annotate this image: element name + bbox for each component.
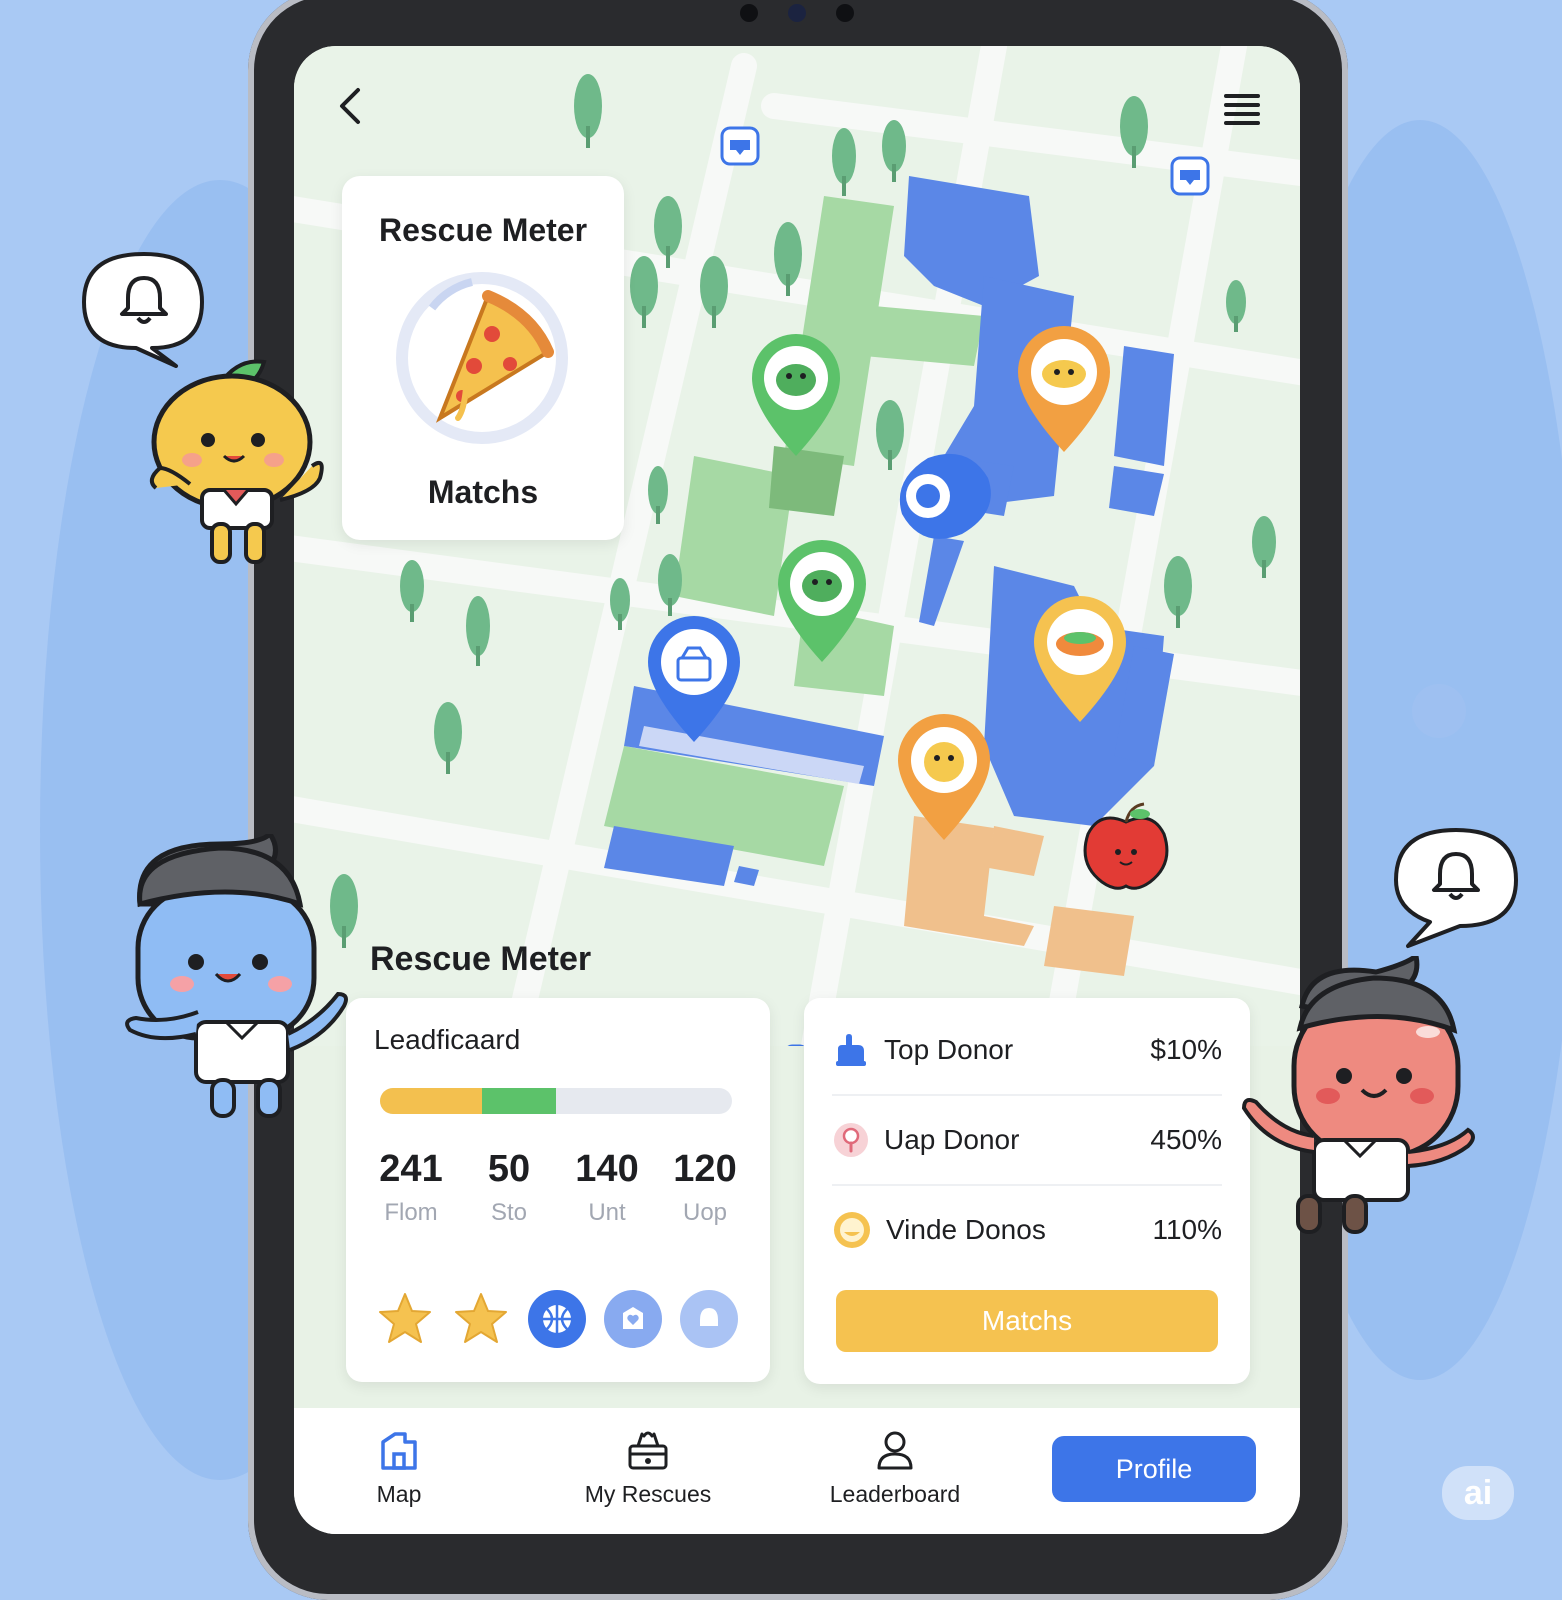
stat-value: 120 <box>673 1148 737 1190</box>
donor-name: Uap Donor <box>884 1124 1020 1155</box>
rescue-meter-card[interactable]: Rescue Meter Matchs <box>342 176 624 540</box>
basketball-badge-icon[interactable] <box>528 1290 586 1348</box>
stat-item: 50 Sto <box>460 1148 558 1227</box>
stat-label: Sto <box>490 1199 528 1226</box>
nav-item-leaderboard[interactable]: Leaderboard <box>820 1428 970 1508</box>
red-mascot <box>1241 956 1475 1234</box>
heart-badge-icon[interactable] <box>604 1290 662 1348</box>
divider <box>832 1184 1222 1186</box>
stat-value: 241 <box>379 1148 443 1190</box>
nav-label: My Rescues <box>584 1481 712 1507</box>
donor-card[interactable]: Top Donor $10% Uap Donor 450% Vinde Dono… <box>804 998 1250 1384</box>
donor-value: 110% <box>1152 1214 1222 1245</box>
donor-name: Vinde Donos <box>886 1214 1046 1245</box>
blue-mascot <box>125 834 348 1118</box>
user-icon <box>877 1431 913 1470</box>
star-badge-icon[interactable] <box>452 1290 510 1348</box>
bell-badge-icon[interactable] <box>680 1290 738 1348</box>
badge-row <box>376 1290 738 1348</box>
donor-value: $10% <box>1150 1034 1222 1065</box>
progress-segment-yellow <box>380 1088 483 1114</box>
back-button[interactable] <box>330 84 370 128</box>
gold-coin-icon <box>834 1212 870 1248</box>
stat-item: 241 Flom <box>362 1148 460 1227</box>
donor-value: 450% <box>1150 1124 1222 1155</box>
stat-item: 120 Uop <box>656 1148 754 1227</box>
stats-row: 241 Flom 50 Sto 140 Unt 120 Uop <box>362 1148 754 1227</box>
stat-label: Uop <box>682 1199 728 1226</box>
house-icon <box>381 1432 417 1470</box>
camera-dot <box>836 4 854 22</box>
ai-watermark: ai <box>1442 1466 1514 1520</box>
peach-mascot <box>149 359 324 564</box>
map-info-marker <box>720 126 760 166</box>
rescue-progress-bar <box>380 1088 732 1114</box>
donor-name: Top Donor <box>884 1034 1014 1065</box>
progress-segment-green <box>482 1088 556 1114</box>
stat-item: 140 Unt <box>558 1148 656 1227</box>
leaderboard-card[interactable]: Leadficaard 241 Flom 50 Sto 140 Unt 120 … <box>346 998 770 1382</box>
stat-value: 50 <box>487 1148 531 1190</box>
stat-value: 140 <box>575 1148 639 1190</box>
rescue-meter-label: Matchs <box>427 474 539 510</box>
nav-item-map[interactable]: Map <box>356 1428 442 1508</box>
background-dot <box>1412 684 1466 738</box>
alert-icon <box>834 1123 868 1157</box>
nav-label: Map <box>376 1481 422 1507</box>
divider <box>832 1094 1222 1096</box>
pizza-slice-icon <box>396 272 568 444</box>
map-info-marker <box>1170 156 1210 196</box>
leaderboard-title: Leadficaard <box>374 1024 521 1055</box>
section-title: Rescue Meter <box>370 940 592 978</box>
bottom-nav: Map My Rescues Leaderboard Profile <box>294 1408 1300 1534</box>
camera-lens <box>788 4 806 22</box>
donor-row[interactable]: Vinde Donos 110% <box>832 1198 1222 1262</box>
profile-button[interactable]: Profile <box>1052 1436 1256 1502</box>
camera-dot <box>740 4 758 22</box>
hand-icon <box>836 1034 866 1066</box>
notification-speech-bubble[interactable] <box>1390 826 1522 950</box>
chevron-left-icon <box>340 88 360 124</box>
gift-basket-icon <box>628 1431 668 1470</box>
app-screen: Rescue Meter Matchs Rescue Meter Leadfic… <box>294 46 1300 1534</box>
menu-button[interactable] <box>1220 88 1264 128</box>
donor-row[interactable]: Top Donor $10% <box>832 1018 1222 1082</box>
hamburger-menu-icon <box>1224 94 1260 125</box>
nav-item-my-rescues[interactable]: My Rescues <box>578 1428 718 1508</box>
star-badge-icon[interactable] <box>376 1290 434 1348</box>
donor-row[interactable]: Uap Donor 450% <box>832 1108 1222 1172</box>
nav-label: Leaderboard <box>829 1481 961 1507</box>
matchs-button[interactable]: Matchs <box>836 1290 1218 1352</box>
stat-label: Unt <box>588 1199 626 1226</box>
stat-label: Flom <box>384 1199 438 1226</box>
rescue-meter-title: Rescue Meter <box>378 212 588 248</box>
